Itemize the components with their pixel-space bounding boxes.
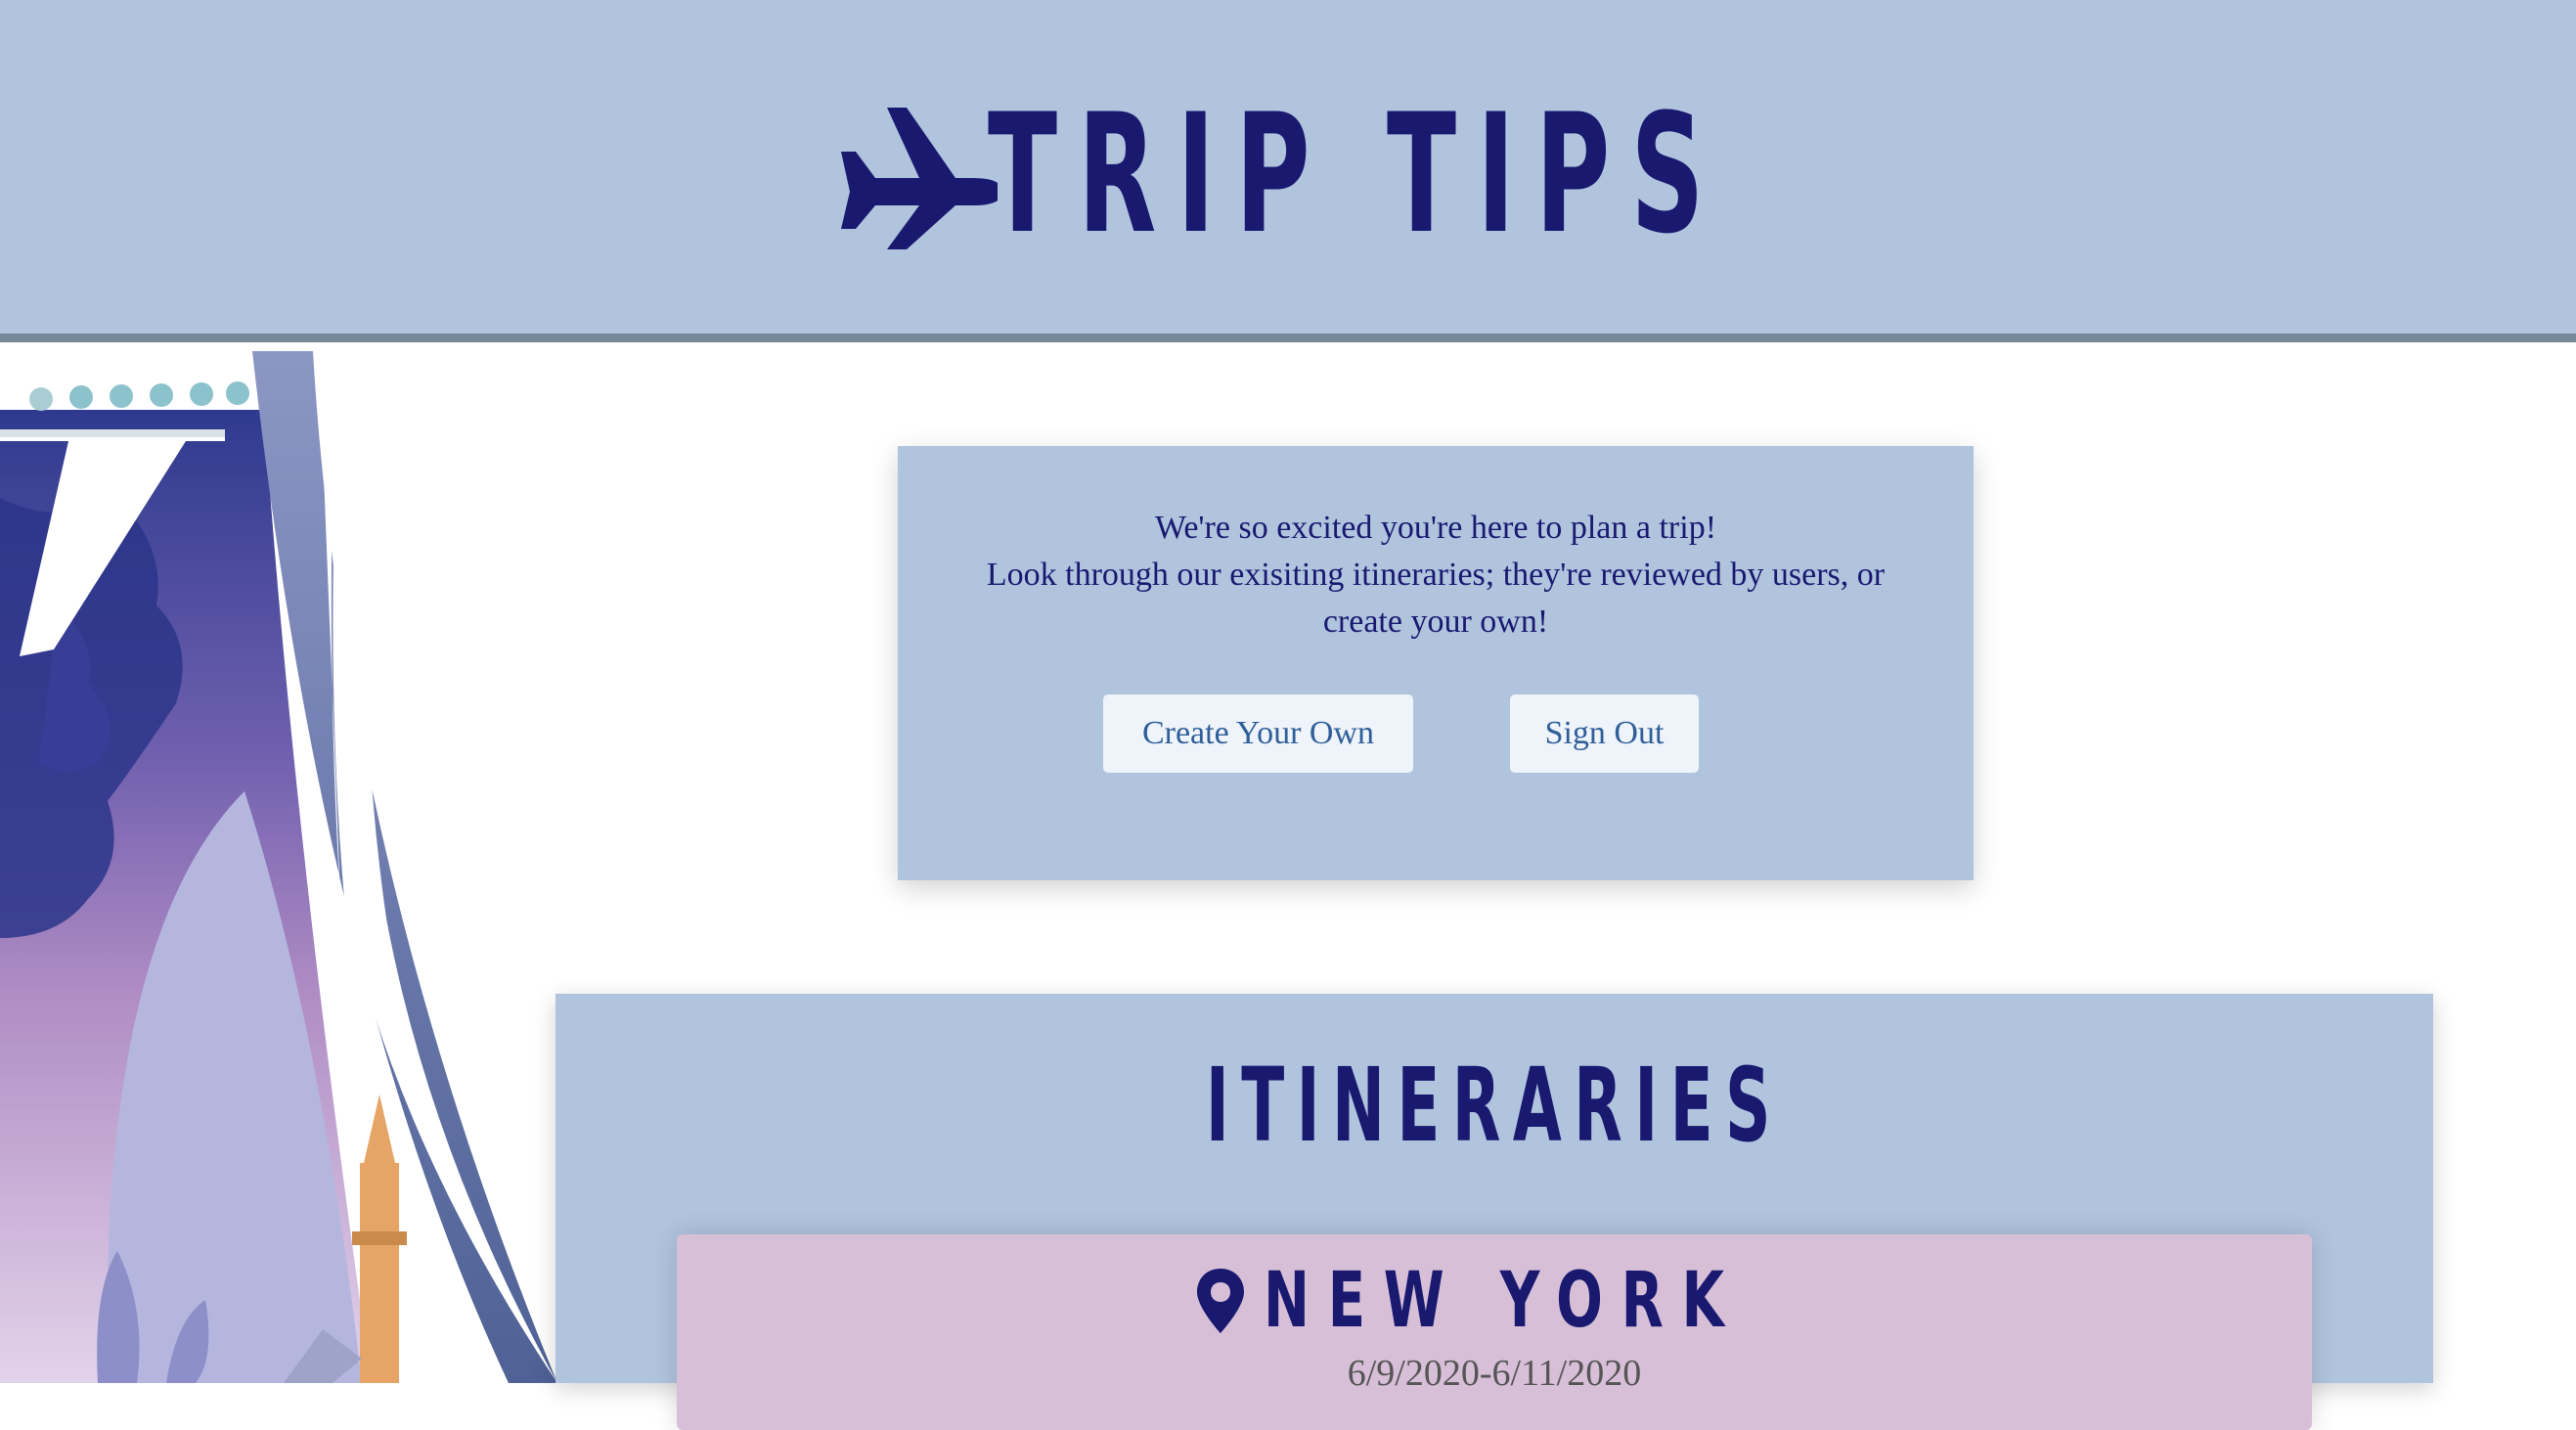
create-your-own-button[interactable]: Create Your Own <box>1103 694 1413 773</box>
itinerary-city: NEW YORK <box>1263 1257 1743 1345</box>
itinerary-card[interactable]: NEW YORK 6/9/2020-6/11/2020 <box>677 1234 2312 1430</box>
travel-illustration <box>0 351 557 1383</box>
welcome-message: We're so excited you're here to plan a t… <box>956 505 1915 646</box>
site-title: TRIP TIPS <box>988 78 1725 270</box>
itinerary-dates: 6/9/2020-6/11/2020 <box>1347 1353 1642 1394</box>
welcome-card: We're so excited you're here to plan a t… <box>898 446 1974 880</box>
sign-out-button[interactable]: Sign Out <box>1510 694 1699 773</box>
airplane-icon <box>841 108 998 249</box>
welcome-line: We're so excited you're here to plan a t… <box>1154 510 1717 546</box>
itinerary-header: NEW YORK <box>677 1262 2312 1340</box>
site-header: TRIP TIPS <box>0 0 2576 342</box>
welcome-line: create your own! <box>1322 603 1549 640</box>
welcome-line: Look through our exisiting itineraries; … <box>986 557 1886 593</box>
itineraries-title-text: ITINERARIES <box>1205 1046 1784 1165</box>
itineraries-title: ITINERARIES <box>555 1037 2433 1174</box>
map-pin-icon <box>1196 1269 1244 1333</box>
itineraries-section: ITINERARIES NEW YORK 6/9/2020-6/11/2020 <box>555 994 2433 1430</box>
